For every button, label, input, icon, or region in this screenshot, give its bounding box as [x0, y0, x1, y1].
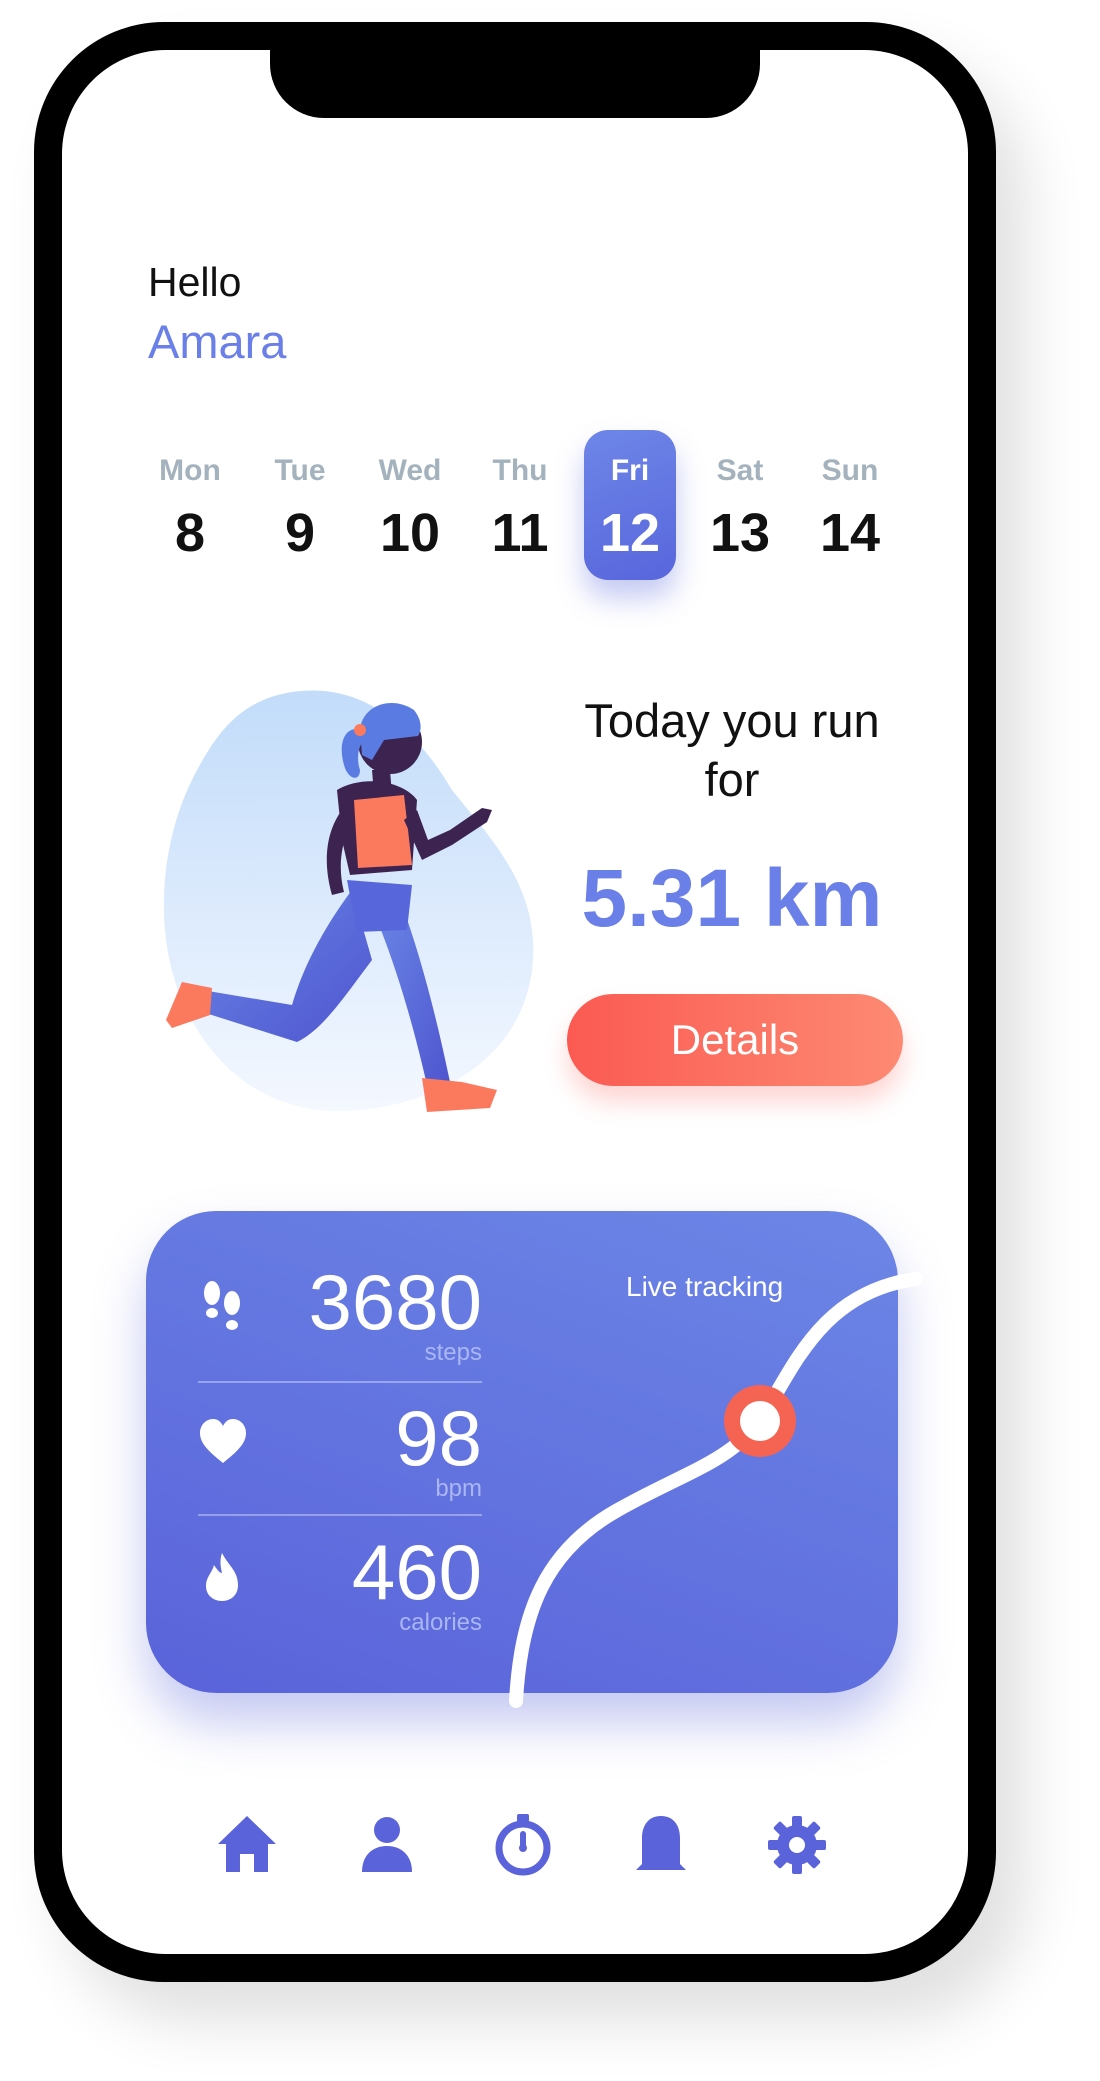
- greeting-text: Hello: [148, 259, 242, 305]
- day-number: 14: [819, 503, 881, 563]
- day-number: 8: [174, 503, 206, 563]
- user-name: Amara: [148, 315, 287, 368]
- route-line: [509, 1272, 923, 1708]
- day-name: Fri: [610, 454, 650, 487]
- day-name: Mon: [159, 454, 221, 487]
- run-distance: 5.31 km: [581, 853, 883, 944]
- calendar-day-wed[interactable]: Wed 10: [364, 430, 456, 580]
- calendar-day-sun[interactable]: Sun 14: [804, 430, 896, 580]
- day-number: 10: [379, 503, 441, 563]
- calendar-day-tue[interactable]: Tue 9: [254, 430, 346, 580]
- calendar-day-sat[interactable]: Sat 13: [694, 430, 786, 580]
- phone-notch: [270, 50, 760, 118]
- app-screen: Hello Amara Mon 8 Tue 9 Wed 10 Thu 11 Fr…: [62, 50, 968, 1954]
- day-name: Sun: [821, 454, 879, 487]
- run-summary-label: Today you run for: [584, 694, 880, 806]
- calendar-day-thu[interactable]: Thu 11: [474, 430, 566, 580]
- calendar-day-mon[interactable]: Mon 8: [144, 430, 236, 580]
- day-number: 11: [491, 503, 549, 563]
- day-name: Wed: [378, 454, 442, 487]
- day-number: 9: [284, 503, 316, 563]
- details-button[interactable]: Details: [567, 994, 903, 1086]
- day-number: 12: [599, 503, 661, 563]
- phone-frame: Hello Amara Mon 8 Tue 9 Wed 10 Thu 11 Fr…: [34, 22, 996, 1982]
- day-name: Tue: [274, 454, 326, 487]
- bell-icon[interactable]: [626, 1810, 696, 1880]
- day-name: Sat: [716, 454, 764, 487]
- home-icon[interactable]: [212, 1810, 282, 1880]
- day-number: 13: [709, 503, 771, 563]
- live-tracking-route: [509, 1272, 923, 1708]
- day-name: Thu: [492, 454, 548, 487]
- gear-icon[interactable]: [762, 1810, 832, 1880]
- profile-icon[interactable]: [352, 1810, 422, 1880]
- bottom-navigation: [62, 1810, 968, 1900]
- runner-illustration: [163, 690, 534, 1112]
- calendar-day-fri-selected[interactable]: Fri 12: [584, 430, 676, 580]
- stats-card: 3680 steps 98 bpm 460 calories Live trac…: [146, 1211, 923, 1708]
- stopwatch-icon[interactable]: [488, 1810, 558, 1880]
